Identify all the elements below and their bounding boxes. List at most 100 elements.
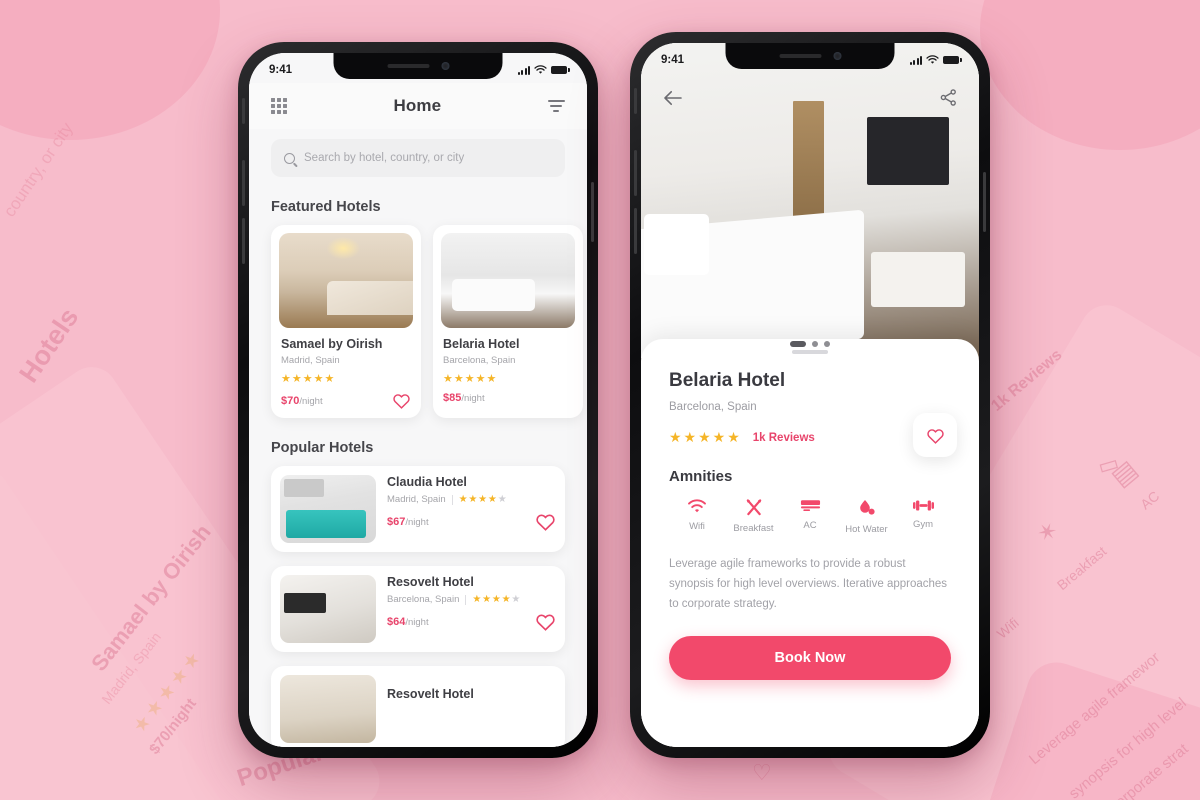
popular-hotel-card[interactable]: Claudia Hotel Madrid, Spain ★★★★★ $67/ni… — [271, 466, 565, 552]
heart-icon[interactable] — [535, 512, 556, 531]
heart-icon[interactable] — [535, 612, 556, 631]
hotel-hero-image — [641, 43, 979, 365]
hotel-info: Resovelt Hotel — [387, 675, 556, 743]
divider — [465, 594, 467, 605]
hotel-thumbnail — [280, 475, 376, 543]
battery-icon — [551, 66, 570, 74]
popular-heading: Popular Hotels — [271, 440, 374, 456]
earpiece-speaker — [779, 54, 821, 58]
dumbbell-icon — [912, 500, 934, 511]
featured-hotel-card[interactable]: Samael by Oirish Madrid, Spain ★★★★★ $70… — [271, 225, 421, 418]
rating-stars: ★★★★★ — [443, 373, 498, 385]
carousel-dot[interactable] — [812, 341, 818, 347]
home-screen: 9:41 Home Search by hotel, country, or c… — [249, 53, 587, 747]
hotel-price: $85/night — [443, 392, 485, 404]
front-camera — [833, 52, 841, 60]
background-scene: country, or city Hotels Samael by Oirish… — [0, 0, 1200, 800]
hotel-thumbnail — [280, 575, 376, 643]
price-row: $67/night — [387, 512, 556, 531]
battery-icon — [943, 56, 962, 64]
rating-stars: ★★★★★ — [472, 594, 522, 605]
price-row: $85/night — [433, 385, 583, 404]
amenity-hot-water[interactable]: Hot Water — [839, 499, 895, 535]
hotel-location: Madrid, Spain — [281, 355, 340, 366]
hotel-thumbnail — [279, 233, 413, 328]
rating-stars: ★★★★★ — [669, 429, 742, 445]
amenity-ac[interactable]: AC — [782, 499, 838, 535]
hotel-name: Belaria Hotel — [669, 370, 786, 391]
hotel-name: Samael by Oirish — [281, 337, 383, 351]
signal-icon — [517, 65, 530, 75]
amenity-breakfast[interactable]: Breakfast — [726, 499, 782, 535]
popular-hotel-card[interactable]: Resovelt Hotel Barcelona, Spain ★★★★★ $6… — [271, 566, 565, 652]
share-icon[interactable] — [940, 89, 957, 106]
status-time: 9:41 — [661, 54, 685, 66]
phone-notch — [725, 43, 895, 69]
search-area: Search by hotel, country, or city — [249, 129, 587, 177]
phone-detail-mockup: 9:41 Belaria Hotel Barcelona, Spain ★★★★… — [630, 32, 990, 758]
hotel-name: Belaria Hotel — [443, 337, 520, 351]
featured-hotels-list[interactable]: Samael by Oirish Madrid, Spain ★★★★★ $70… — [249, 225, 587, 418]
reviews-count[interactable]: 1k Reviews — [753, 432, 815, 444]
phone-notch — [333, 53, 503, 79]
phone-power-button — [591, 182, 594, 242]
amenity-gym[interactable]: Gym — [895, 499, 951, 535]
detail-sheet: Belaria Hotel Barcelona, Spain ★★★★★ 1k … — [641, 339, 979, 747]
front-camera — [441, 62, 449, 70]
hotel-location: Barcelona, Spain — [443, 355, 516, 366]
carousel-dot[interactable] — [824, 341, 830, 347]
watermark-icon-heart: ♡ — [752, 760, 772, 785]
rating-stars: ★★★★★ — [281, 373, 336, 385]
home-content: Home Search by hotel, country, or city F… — [249, 53, 587, 747]
phone-side-button — [634, 208, 637, 254]
status-time: 9:41 — [269, 64, 293, 76]
heart-icon[interactable] — [392, 392, 411, 409]
bg-blob — [980, 0, 1200, 150]
carousel-indicators[interactable] — [790, 341, 830, 347]
amenity-label: Wifi — [689, 521, 705, 532]
amenity-label: Breakfast — [733, 523, 774, 534]
signal-icon — [909, 55, 922, 65]
hotel-name: Resovelt Hotel — [387, 575, 474, 589]
phone-home-mockup: 9:41 Home Search by hotel, country, or c… — [238, 42, 598, 758]
app-bar: Home — [249, 83, 587, 129]
status-indicators — [517, 65, 570, 75]
phone-side-button — [242, 218, 245, 264]
search-input[interactable]: Search by hotel, country, or city — [271, 139, 565, 177]
back-arrow-icon[interactable] — [663, 90, 683, 106]
amenities-list: Wifi Breakfast AC Hot Water Gym — [669, 499, 951, 535]
drag-handle[interactable] — [792, 350, 828, 354]
wifi-icon — [534, 65, 547, 74]
hotel-info: Resovelt Hotel Barcelona, Spain ★★★★★ $6… — [387, 575, 556, 643]
grid-menu-icon[interactable] — [271, 98, 287, 114]
featured-heading: Featured Hotels — [271, 199, 381, 215]
featured-hotel-card[interactable]: Belaria Hotel Barcelona, Spain ★★★★★ $85… — [433, 225, 583, 418]
hotel-price: $67/night — [387, 515, 429, 528]
book-now-button[interactable]: Book Now — [669, 636, 951, 681]
hotel-thumbnail — [441, 233, 575, 328]
amenities-heading: Amnities — [669, 468, 733, 485]
price-row: $64/night — [387, 612, 556, 631]
page-title: Home — [393, 96, 442, 115]
amenity-label: AC — [803, 520, 817, 531]
popular-hotel-card[interactable]: Resovelt Hotel — [271, 666, 565, 747]
rating-stars: ★★★★★ — [458, 494, 508, 505]
hotel-description: Leverage agile frameworks to provide a r… — [669, 558, 948, 610]
hotel-name: Claudia Hotel — [387, 475, 467, 489]
hotel-thumbnail — [280, 675, 376, 743]
hotel-info: Claudia Hotel Madrid, Spain ★★★★★ $67/ni… — [387, 475, 556, 543]
search-icon — [284, 152, 295, 164]
favorite-button[interactable] — [913, 413, 957, 457]
price-row: $70/night — [271, 385, 421, 409]
amenity-wifi[interactable]: Wifi — [669, 499, 725, 535]
hotel-location: Barcelona, Spain — [669, 401, 757, 413]
popular-hotels-list: Claudia Hotel Madrid, Spain ★★★★★ $67/ni… — [249, 466, 587, 747]
detail-content: Belaria Hotel Barcelona, Spain ★★★★★ 1k … — [641, 43, 979, 747]
carousel-dot-active[interactable] — [790, 341, 806, 347]
wifi-icon — [688, 499, 706, 513]
search-placeholder: Search by hotel, country, or city — [304, 152, 465, 164]
filter-icon[interactable] — [547, 100, 565, 112]
heart-icon — [926, 428, 944, 444]
bg-blob — [0, 0, 220, 140]
status-indicators — [909, 55, 962, 65]
